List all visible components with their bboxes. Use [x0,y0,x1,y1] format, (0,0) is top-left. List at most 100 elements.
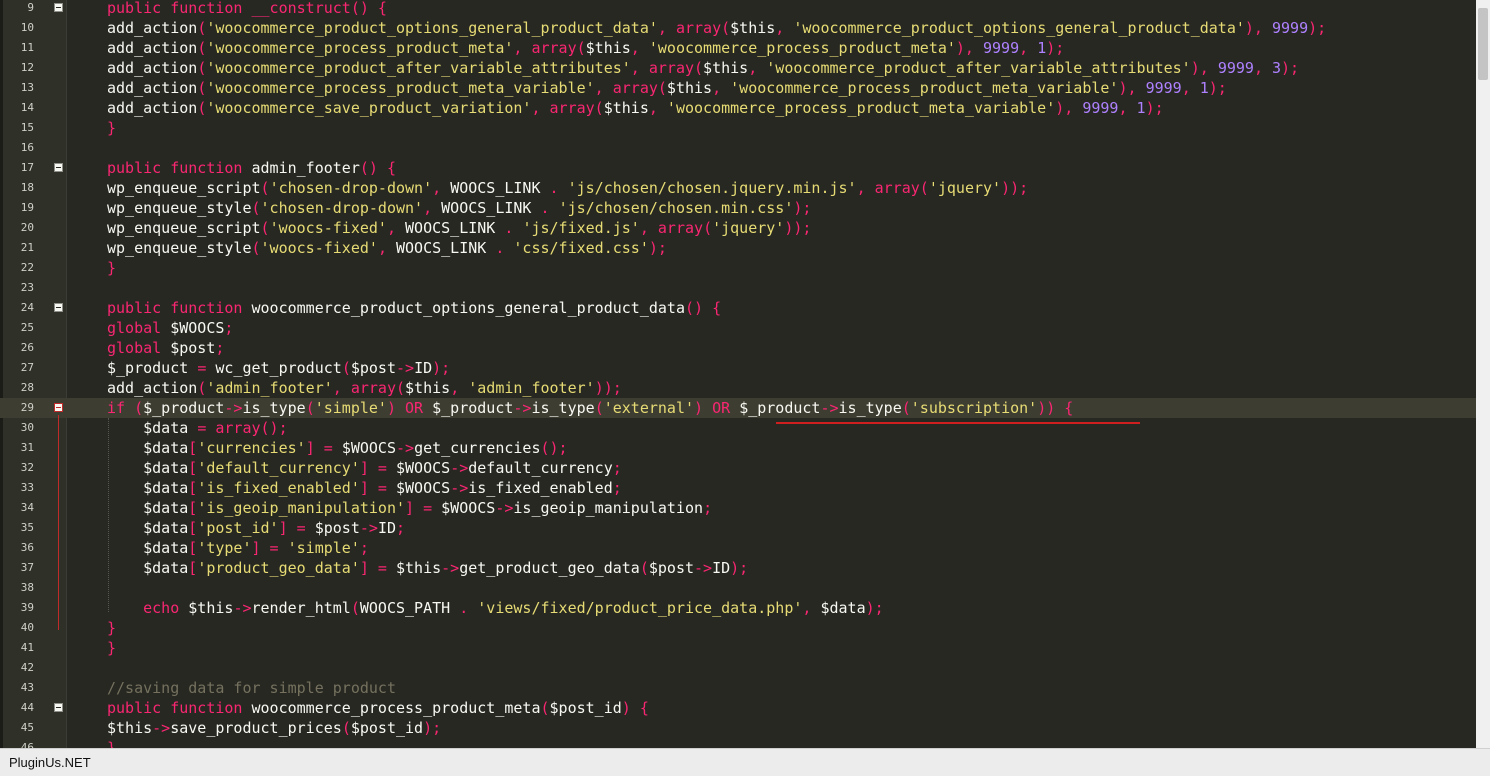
code-line[interactable]: 44 public function woocommerce_process_pr… [0,698,1476,718]
code-line[interactable]: 13 add_action('woocommerce_process_produc… [0,78,1476,98]
code-line[interactable]: 40} [0,618,1476,638]
code-text: } [107,619,117,637]
code-line[interactable]: 33 $data['is_fixed_enabled'] = $WOOCS->i… [0,478,1476,498]
line-number: 33 [20,481,34,494]
code-lines: 9 public function __construct() {10 add_ac… [0,0,1476,748]
code-line[interactable]: 17 public function admin_footer() { [0,158,1476,178]
code-text: $data['type'] = 'simple'; [107,539,369,557]
line-number: 46 [20,741,34,748]
code-line[interactable]: 15} [0,118,1476,138]
line-number: 16 [20,141,34,154]
line-number: 25 [20,321,34,334]
code-text: } [107,119,117,137]
line-number: 19 [20,201,34,214]
line-number: 23 [20,281,34,294]
highlight-underline [776,422,1140,424]
code-text: $data['default_currency'] = $WOOCS->defa… [107,459,622,477]
code-line[interactable]: 16 [0,138,1476,158]
code-line[interactable]: 29 if ($_product->is_type('simple') OR $_… [0,398,1476,418]
line-number: 35 [20,521,34,534]
line-number: 32 [20,461,34,474]
code-line[interactable]: 11 add_action('woocommerce_process_produc… [0,38,1476,58]
line-number: 9 [27,1,34,14]
code-line[interactable]: 20 wp_enqueue_script('woocs-fixed', WOOCS… [0,218,1476,238]
fold-toggle-icon[interactable] [54,3,63,12]
line-number: 11 [20,41,34,54]
line-number: 26 [20,341,34,354]
line-number: 42 [20,661,34,674]
code-text: add_action('woocommerce_product_after_va… [107,59,1300,77]
code-line[interactable]: 9 public function __construct() { [0,0,1476,18]
code-text: public function __construct() { [107,0,387,17]
code-line[interactable]: 34 $data['is_geoip_manipulation'] = $WOO… [0,498,1476,518]
code-editor[interactable]: 9 public function __construct() {10 add_ac… [0,0,1476,748]
line-number: 30 [20,421,34,434]
code-text: wp_enqueue_script('woocs-fixed', WOOCS_L… [107,219,812,237]
code-line[interactable]: 14 add_action('woocommerce_save_product_v… [0,98,1476,118]
line-number: 37 [20,561,34,574]
code-line[interactable]: 28 add_action('admin_footer', array($this… [0,378,1476,398]
code-line[interactable]: 19 wp_enqueue_style('chosen-drop-down', W… [0,198,1476,218]
code-text: global $WOOCS; [107,319,234,337]
code-line[interactable]: 39 echo $this->render_html(WOOCS_PATH . … [0,598,1476,618]
code-line[interactable]: 26 global $post; [0,338,1476,358]
fold-toggle-icon[interactable] [54,163,63,172]
line-number: 38 [20,581,34,594]
code-line[interactable]: 22} [0,258,1476,278]
line-number: 40 [20,621,34,634]
code-line[interactable]: 37 $data['product_geo_data'] = $this->ge… [0,558,1476,578]
fold-range-marker [58,415,59,630]
code-line[interactable]: 10 add_action('woocommerce_product_option… [0,18,1476,38]
line-number: 22 [20,261,34,274]
scrollbar-thumb[interactable] [1478,8,1488,80]
code-line[interactable]: 32 $data['default_currency'] = $WOOCS->d… [0,458,1476,478]
line-number: 24 [20,301,34,314]
code-line[interactable]: 23 [0,278,1476,298]
fold-toggle-icon[interactable] [54,703,63,712]
code-text: $this->save_product_prices($post_id); [107,719,442,737]
code-line[interactable]: 31 $data['currencies'] = $WOOCS->get_cur… [0,438,1476,458]
code-text: add_action('woocommerce_product_options_… [107,19,1327,37]
status-text: PluginUs.NET [9,755,91,770]
code-line[interactable]: 25 global $WOOCS; [0,318,1476,338]
code-line[interactable]: 43 //saving data for simple product [0,678,1476,698]
line-number: 27 [20,361,34,374]
code-text: $data['currencies'] = $WOOCS->get_curren… [107,439,568,457]
code-text: $data['post_id'] = $post->ID; [107,519,406,537]
line-number: 41 [20,641,34,654]
code-line[interactable]: 24 public function woocommerce_product_op… [0,298,1476,318]
code-text: if ($_product->is_type('simple') OR $_pr… [107,399,1074,417]
code-line[interactable]: 18 wp_enqueue_script('chosen-drop-down', … [0,178,1476,198]
code-text: add_action('woocommerce_save_product_var… [107,99,1164,117]
code-line[interactable]: 45 $this->save_product_prices($post_id); [0,718,1476,738]
line-number: 34 [20,501,34,514]
code-line[interactable]: 30 $data = array(); [0,418,1476,438]
code-text: $data = array(); [107,419,288,437]
code-line[interactable]: 21 wp_enqueue_style('woocs-fixed', WOOCS_… [0,238,1476,258]
line-number: 36 [20,541,34,554]
code-text: public function woocommerce_process_prod… [107,699,649,717]
fold-toggle-icon[interactable] [54,403,63,412]
code-text: $data['is_fixed_enabled'] = $WOOCS->is_f… [107,479,622,497]
line-number: 29 [20,401,34,414]
code-line[interactable]: 41} [0,638,1476,658]
code-text: public function woocommerce_product_opti… [107,299,722,317]
line-number: 43 [20,681,34,694]
line-number: 12 [20,61,34,74]
code-text: wp_enqueue_style('chosen-drop-down', WOO… [107,199,812,217]
code-line[interactable]: 46} [0,738,1476,748]
line-number: 13 [20,81,34,94]
code-line[interactable]: 38 [0,578,1476,598]
code-line[interactable]: 27 $_product = wc_get_product($post->ID); [0,358,1476,378]
line-number: 14 [20,101,34,114]
code-text: add_action('woocommerce_process_product_… [107,39,1065,57]
code-text: } [107,259,117,277]
vertical-scrollbar[interactable] [1476,0,1490,748]
code-line[interactable]: 12 add_action('woocommerce_product_after_… [0,58,1476,78]
code-text: //saving data for simple product [107,679,396,697]
line-number: 18 [20,181,34,194]
fold-toggle-icon[interactable] [54,303,63,312]
code-line[interactable]: 42 [0,658,1476,678]
code-line[interactable]: 35 $data['post_id'] = $post->ID; [0,518,1476,538]
code-line[interactable]: 36 $data['type'] = 'simple'; [0,538,1476,558]
